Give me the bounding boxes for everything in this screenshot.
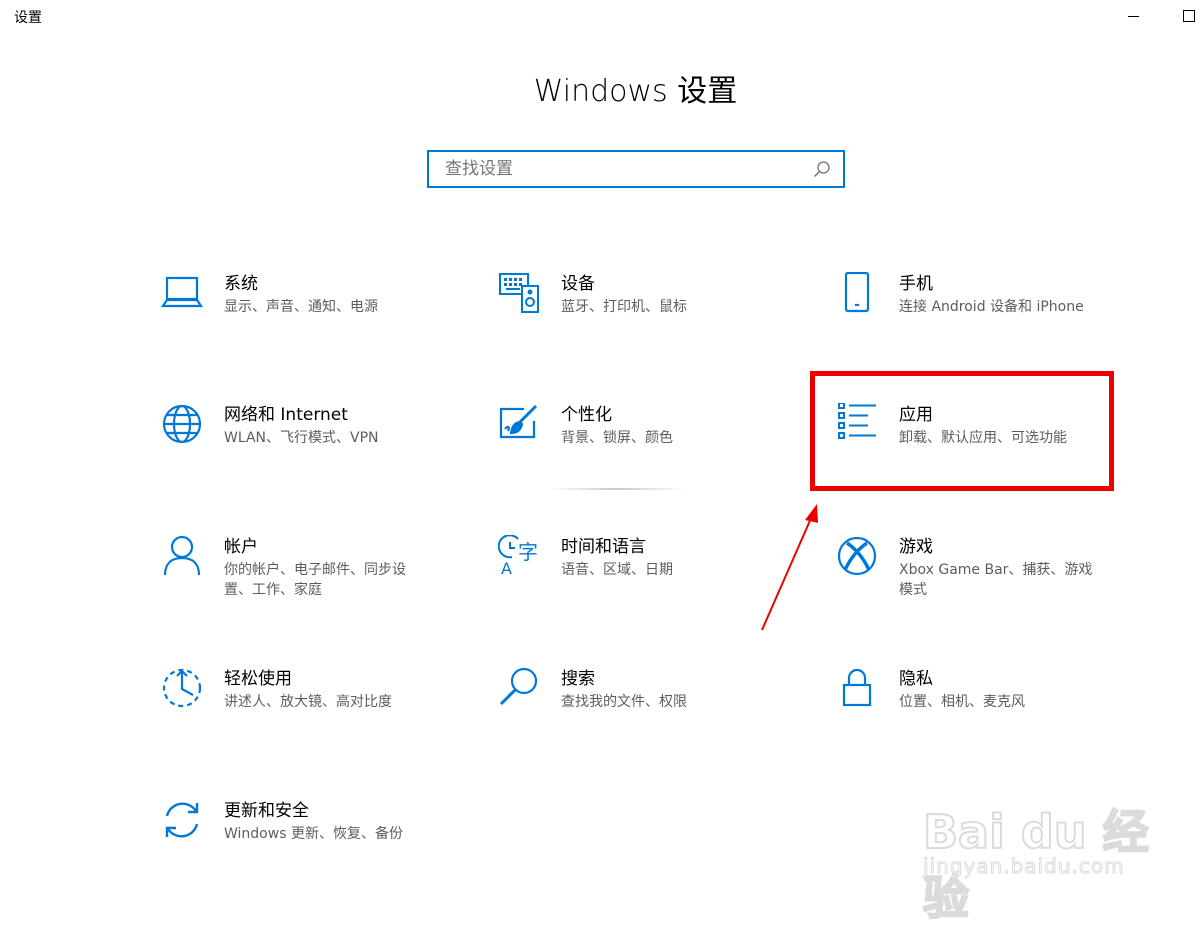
search-icon: [497, 667, 541, 711]
tile-desc: Windows 更新、恢复、备份: [224, 826, 403, 842]
watermark-logo: Bai du 经验 jingyan.baidu.com: [915, 776, 1175, 926]
tile-update-security[interactable]: 更新和安全 Windows 更新、恢复、备份: [160, 799, 460, 889]
tile-desc: Xbox Game Bar、捕获、游戏模式: [899, 562, 1093, 598]
tile-ease-of-access[interactable]: 轻松使用 讲述人、放大镜、高对比度: [160, 667, 460, 757]
tile-name: 系统: [224, 274, 258, 294]
tile-accounts[interactable]: 帐户 你的帐户、电子邮件、同步设置、工作、家庭: [160, 535, 460, 625]
time-language-icon: A 字: [497, 535, 541, 579]
tile-personalization[interactable]: 个性化 背景、锁屏、颜色: [497, 403, 797, 493]
update-icon: [160, 799, 204, 843]
tile-name: 更新和安全: [224, 801, 309, 821]
tile-name: 帐户: [224, 537, 258, 557]
tile-devices[interactable]: 设备 蓝牙、打印机、鼠标: [497, 272, 797, 362]
lock-icon: [835, 667, 879, 711]
annotation-highlight-box: [810, 371, 1114, 491]
phone-icon: [835, 272, 879, 316]
person-icon: [160, 535, 204, 579]
tile-name: 网络和 Internet: [224, 405, 348, 425]
tile-desc: 查找我的文件、权限: [561, 694, 687, 710]
search-box[interactable]: [427, 150, 845, 188]
tile-desc: 你的帐户、电子邮件、同步设置、工作、家庭: [224, 562, 406, 598]
watermark-url: jingyan.baidu.com: [923, 854, 1125, 879]
globe-icon: [160, 403, 204, 447]
tile-name: 游戏: [899, 537, 933, 557]
tile-phone[interactable]: 手机 连接 Android 设备和 iPhone: [835, 272, 1135, 362]
annotation-arrow-icon: [761, 504, 818, 631]
svg-text:字: 字: [518, 540, 538, 564]
tile-desc: 背景、锁屏、颜色: [561, 430, 673, 446]
window-title: 设置: [14, 10, 42, 26]
maximize-icon: [1183, 10, 1195, 22]
page-title: Windows 设置: [533, 74, 738, 109]
tile-desc: 显示、声音、通知、电源: [224, 299, 378, 315]
tile-desc: 讲述人、放大镜、高对比度: [224, 694, 392, 710]
tile-system[interactable]: 系统 显示、声音、通知、电源: [160, 272, 460, 362]
tile-desc: WLAN、飞行模式、VPN: [224, 430, 379, 446]
tile-desc: 蓝牙、打印机、鼠标: [561, 299, 687, 315]
tile-name: 隐私: [899, 669, 933, 689]
search-input[interactable]: [443, 153, 811, 185]
devices-icon: [497, 272, 541, 316]
minimize-button[interactable]: [1110, 0, 1156, 32]
minimize-icon: [1127, 15, 1139, 17]
tile-network[interactable]: 网络和 Internet WLAN、飞行模式、VPN: [160, 403, 460, 493]
tile-privacy[interactable]: 隐私 位置、相机、麦克风: [835, 667, 1135, 757]
maximize-button[interactable]: [1166, 0, 1200, 32]
tile-name: 设备: [561, 274, 595, 294]
tile-gaming[interactable]: 游戏 Xbox Game Bar、捕获、游戏模式: [835, 535, 1135, 625]
tile-name: 轻松使用: [224, 669, 292, 689]
section-divider: [548, 488, 686, 490]
tile-desc: 连接 Android 设备和 iPhone: [899, 299, 1084, 315]
xbox-icon: [835, 535, 879, 579]
tile-name: 手机: [899, 274, 933, 294]
svg-text:A: A: [501, 559, 512, 577]
tile-name: 个性化: [561, 405, 612, 425]
ease-of-access-icon: [160, 667, 204, 711]
magnifier-icon: [811, 158, 833, 180]
tile-name: 搜索: [561, 669, 595, 689]
tile-desc: 位置、相机、麦克风: [899, 694, 1025, 710]
laptop-icon: [160, 272, 204, 316]
tile-search[interactable]: 搜索 查找我的文件、权限: [497, 667, 797, 757]
personalization-icon: [497, 403, 541, 447]
